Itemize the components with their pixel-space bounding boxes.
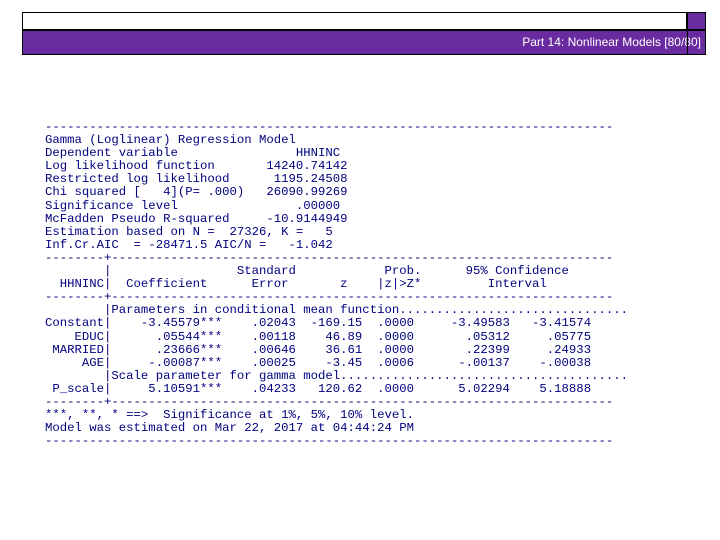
output-line: AGE| -.00087*** .00025 -3.45 .0006 -.001…: [45, 355, 592, 370]
header-corner-box: [687, 12, 706, 30]
output-line: |Scale parameter for gamma model........…: [45, 368, 628, 383]
output-line: Model was estimated on Mar 22, 2017 at 0…: [45, 421, 414, 436]
output-line: HHNINC| Coefficient Error z |z|>Z* Inter…: [45, 277, 547, 292]
output-line: Chi squared [ 4](P= .000) 26090.99269: [45, 185, 348, 200]
output-line: ----------------------------------------…: [45, 434, 614, 449]
output-line: --------+-------------------------------…: [45, 250, 614, 265]
title-bar-divider: [687, 30, 688, 55]
output-line: | Standard Prob. 95% Confidence: [45, 264, 569, 279]
output-line: EDUC| .05544*** .00118 46.89 .0000 .0531…: [45, 329, 592, 344]
output-line: Log likelihood function 14240.74142: [45, 159, 348, 174]
regression-output: ----------------------------------------…: [45, 120, 675, 449]
output-line: MARRIED| .23666*** .00646 36.61 .0000 .2…: [45, 342, 592, 357]
top-header-strip: [22, 12, 687, 30]
output-line: Gamma (Loglinear) Regression Model: [45, 133, 296, 148]
output-line: --------+-------------------------------…: [45, 394, 614, 409]
output-line: Significance level .00000: [45, 198, 341, 213]
output-line: --------+-------------------------------…: [45, 290, 614, 305]
output-line: ***, **, * ==> Significance at 1%, 5%, 1…: [45, 408, 414, 423]
output-line: Dependent variable HHNINC: [45, 146, 341, 161]
output-line: Constant| -3.45579*** .02043 -169.15 .00…: [45, 316, 592, 331]
slide-title: Part 14: Nonlinear Models [80/80]: [522, 35, 701, 49]
output-line: McFadden Pseudo R-squared -10.9144949: [45, 211, 348, 226]
output-line: ----------------------------------------…: [45, 120, 614, 134]
output-line: Inf.Cr.AIC = -28471.5 AIC/N = -1.042: [45, 237, 333, 252]
output-line: |Parameters in conditional mean function…: [45, 303, 628, 318]
output-line: Estimation based on N = 27326, K = 5: [45, 224, 333, 239]
slide-title-bar: Part 14: Nonlinear Models [80/80]: [22, 30, 706, 55]
output-line: P_scale| 5.10591*** .04233 120.62 .0000 …: [45, 381, 592, 396]
output-line: Restricted log likelihood 1195.24508: [45, 172, 348, 187]
